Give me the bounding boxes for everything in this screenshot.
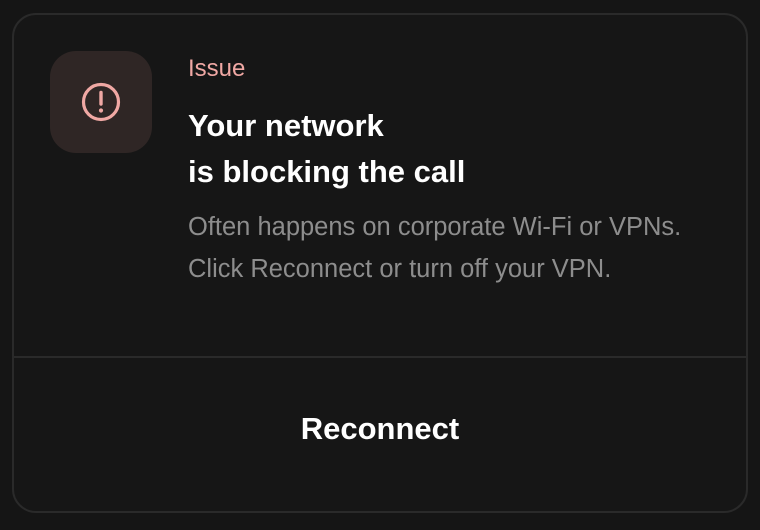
alert-circle-icon bbox=[81, 82, 121, 122]
reconnect-button[interactable]: Reconnect bbox=[14, 358, 746, 511]
issue-icon-tile bbox=[50, 51, 152, 153]
issue-title-line-2: is blocking the call bbox=[188, 154, 466, 189]
issue-title: Your network is blocking the call bbox=[188, 103, 718, 195]
issue-description: Often happens on corporate Wi-Fi or VPNs… bbox=[188, 213, 682, 283]
issue-content: Issue Your network is blocking the call … bbox=[188, 53, 718, 290]
network-issue-card: Issue Your network is blocking the call … bbox=[12, 13, 748, 513]
issue-eyebrow: Issue bbox=[188, 55, 246, 82]
issue-title-line-1: Your network bbox=[188, 108, 384, 143]
